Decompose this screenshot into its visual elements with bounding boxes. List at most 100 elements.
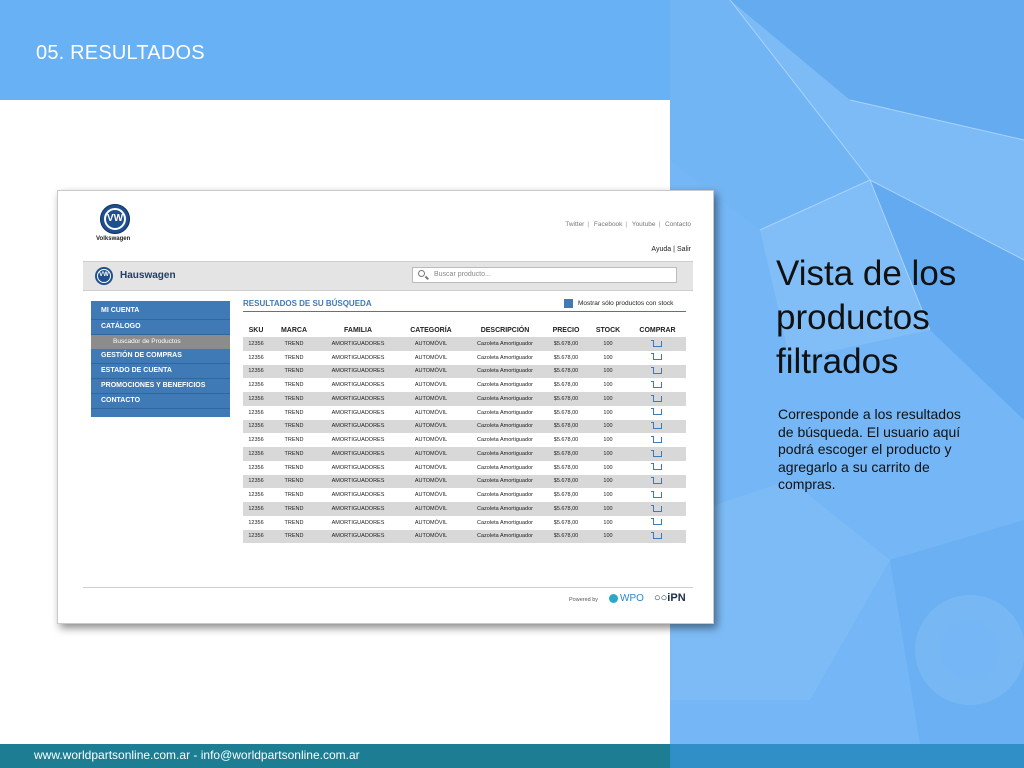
column-header[interactable]: DESCRIPCIÓN xyxy=(465,323,545,337)
table-row: 12356 TREND AMORTIGUADORES AUTOMÓVIL Cazolet… xyxy=(243,502,686,516)
cell-descripcion: Cazoleta Amortiguador xyxy=(465,378,545,392)
column-header[interactable]: COMPRAR xyxy=(629,323,686,337)
cell-stock: 100 xyxy=(587,515,629,530)
results-table: SKU MARCA FAMILIA CATEGORÍA DESCRIPCIÓN … xyxy=(243,323,686,544)
menu-item-catalogo[interactable]: CATÁLOGO xyxy=(91,320,230,335)
results-title: RESULTADOS DE SU BÚSQUEDA xyxy=(243,299,372,308)
cell-sku: 12356 xyxy=(243,502,269,516)
table-row: 12356 TREND AMORTIGUADORES AUTOMÓVIL Cazolet… xyxy=(243,364,686,379)
column-header[interactable]: FAMILIA xyxy=(319,323,397,337)
app-header: VW Hauswagen Buscar producto... xyxy=(83,261,693,291)
cell-sku: 12356 xyxy=(243,405,269,420)
cell-precio: $5.678,00 xyxy=(545,337,587,351)
cell-precio: $5.678,00 xyxy=(545,447,587,461)
cell-descripcion: Cazoleta Amortiguador xyxy=(465,392,545,406)
search-input[interactable]: Buscar producto... xyxy=(412,267,677,283)
wpo-icon xyxy=(609,593,618,603)
ipn-logo: ○○iPN xyxy=(654,592,686,604)
cell-descripcion: Cazoleta Amortiguador xyxy=(465,337,545,351)
cell-descripcion: Cazoleta Amortiguador xyxy=(465,364,545,379)
help-link[interactable]: Ayuda xyxy=(651,246,671,253)
table-row: 12356 TREND AMORTIGUADORES AUTOMÓVIL Cazolet… xyxy=(243,460,686,475)
cell-descripcion: Cazoleta Amortiguador xyxy=(465,447,545,461)
cell-precio: $5.678,00 xyxy=(545,350,587,365)
cell-sku: 12356 xyxy=(243,433,269,447)
link-youtube[interactable]: Youtube xyxy=(632,221,656,228)
menu-item-contacto[interactable]: CONTACTO xyxy=(91,394,230,409)
column-header[interactable]: SKU xyxy=(243,323,269,337)
menu-item-mi-cuenta[interactable]: MI CUENTA xyxy=(91,301,230,320)
cell-comprar xyxy=(629,502,686,516)
cell-categoria: AUTOMÓVIL xyxy=(397,350,465,365)
link-contacto[interactable]: Contacto xyxy=(665,221,691,228)
cart-icon[interactable] xyxy=(651,477,662,485)
cart-icon[interactable] xyxy=(651,394,662,402)
cart-icon[interactable] xyxy=(651,435,662,443)
menu-item-promociones[interactable]: PROMOCIONES Y BENEFICIOS xyxy=(91,379,230,394)
cell-familia: AMORTIGUADORES xyxy=(319,515,397,530)
cell-precio: $5.678,00 xyxy=(545,502,587,516)
menu-item-estado-cuenta[interactable]: ESTADO DE CUENTA xyxy=(91,364,230,379)
footer-contact: www.worldpartsonline.com.ar - info@world… xyxy=(34,748,360,762)
logout-link[interactable]: Salir xyxy=(677,246,691,253)
cell-sku: 12356 xyxy=(243,488,269,502)
cell-categoria: AUTOMÓVIL xyxy=(397,433,465,447)
cart-icon[interactable] xyxy=(651,367,662,375)
cell-descripcion: Cazoleta Amortiguador xyxy=(465,405,545,420)
cell-descripcion: Cazoleta Amortiguador xyxy=(465,529,545,544)
cart-icon[interactable] xyxy=(651,353,662,361)
cell-sku: 12356 xyxy=(243,529,269,544)
cell-descripcion: Cazoleta Amortiguador xyxy=(465,474,545,489)
cell-familia: AMORTIGUADORES xyxy=(319,447,397,461)
menu-item-gestion-compras[interactable]: GESTIÓN DE COMPRAS xyxy=(91,349,230,364)
cell-precio: $5.678,00 xyxy=(545,405,587,420)
footer-band-right xyxy=(670,744,1024,768)
column-header[interactable]: PRECIO xyxy=(545,323,587,337)
cell-descripcion: Cazoleta Amortiguador xyxy=(465,350,545,365)
stock-filter-checkbox[interactable] xyxy=(564,299,573,308)
cell-marca: TREND xyxy=(269,364,319,379)
cell-precio: $5.678,00 xyxy=(545,378,587,392)
cell-stock: 100 xyxy=(587,502,629,516)
cell-familia: AMORTIGUADORES xyxy=(319,474,397,489)
cart-icon[interactable] xyxy=(651,463,662,471)
cart-icon[interactable] xyxy=(651,422,662,430)
cell-categoria: AUTOMÓVIL xyxy=(397,447,465,461)
cell-comprar xyxy=(629,488,686,502)
table-row: 12356 TREND AMORTIGUADORES AUTOMÓVIL Cazolet… xyxy=(243,529,686,544)
cell-stock: 100 xyxy=(587,378,629,392)
cell-marca: TREND xyxy=(269,460,319,475)
cart-icon[interactable] xyxy=(651,408,662,416)
cart-icon[interactable] xyxy=(651,449,662,457)
cell-categoria: AUTOMÓVIL xyxy=(397,392,465,406)
wpo-logo: WPO xyxy=(609,593,644,604)
cell-stock: 100 xyxy=(587,488,629,502)
cell-sku: 12356 xyxy=(243,337,269,351)
link-twitter[interactable]: Twitter xyxy=(565,221,584,228)
cart-icon[interactable] xyxy=(651,339,662,347)
cell-stock: 100 xyxy=(587,405,629,420)
cell-comprar xyxy=(629,392,686,406)
cell-categoria: AUTOMÓVIL xyxy=(397,337,465,351)
link-facebook[interactable]: Facebook xyxy=(594,221,623,228)
powered-by: Powered by xyxy=(569,597,599,603)
column-header[interactable]: MARCA xyxy=(269,323,319,337)
cell-marca: TREND xyxy=(269,529,319,544)
cell-precio: $5.678,00 xyxy=(545,433,587,447)
cell-comprar xyxy=(629,529,686,544)
volkswagen-logo[interactable]: VW xyxy=(100,204,130,234)
cart-icon[interactable] xyxy=(651,380,662,388)
column-header[interactable]: CATEGORÍA xyxy=(397,323,465,337)
cart-icon[interactable] xyxy=(651,518,662,526)
wpo-label: WPO xyxy=(620,593,644,604)
cart-icon[interactable] xyxy=(651,490,662,498)
cell-categoria: AUTOMÓVIL xyxy=(397,529,465,544)
cell-stock: 100 xyxy=(587,364,629,379)
table-row: 12356 TREND AMORTIGUADORES AUTOMÓVIL Cazolet… xyxy=(243,392,686,406)
cart-icon[interactable] xyxy=(651,532,662,540)
table-row: 12356 TREND AMORTIGUADORES AUTOMÓVIL Cazolet… xyxy=(243,433,686,447)
menu-subitem-buscador[interactable]: Buscador de Productos xyxy=(91,335,230,349)
column-header[interactable]: STOCK xyxy=(587,323,629,337)
decorative-polygons xyxy=(670,0,1024,744)
cart-icon[interactable] xyxy=(651,504,662,512)
